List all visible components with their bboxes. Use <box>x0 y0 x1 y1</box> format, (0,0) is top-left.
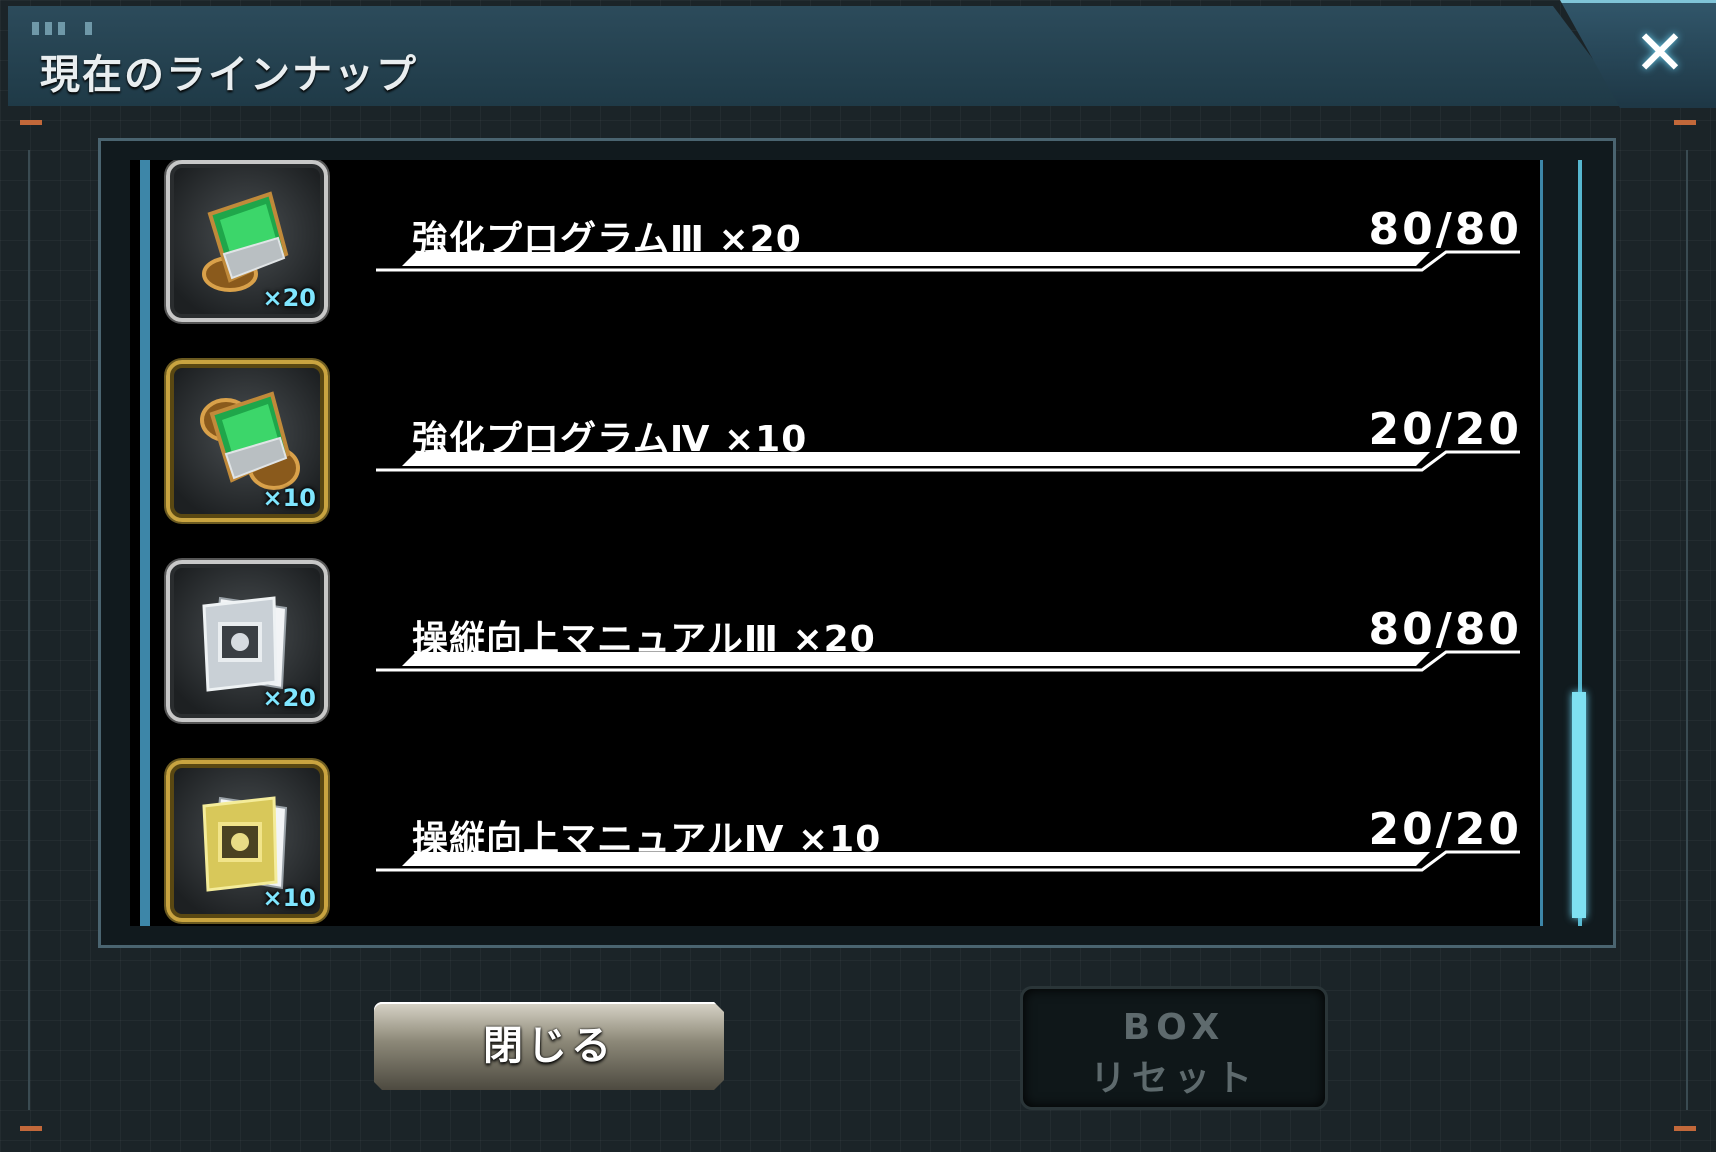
item-name: 強化プログラムⅣ ×10 <box>412 419 808 460</box>
list-item: ×20 強化プログラムⅢ ×20 80/80 <box>166 160 1526 324</box>
list-item: ×10 操縦向上マニュアルⅣ ×10 20/20 <box>166 760 1526 924</box>
item-count: 20/20 <box>1368 404 1522 455</box>
item-name: 操縦向上マニュアルⅣ ×10 <box>412 819 882 860</box>
row-underline <box>376 450 1520 472</box>
lineup-list[interactable]: ×20 強化プログラムⅢ ×20 80/80 ×10 強化プログラムⅣ ×10 … <box>130 160 1542 926</box>
frame-rail <box>28 150 30 1110</box>
lineup-dialog: 現在のラインナップ ✕ ×20 強化プログラムⅢ ×20 80/80 ×10 強… <box>0 0 1716 1152</box>
list-edge-bar <box>1540 160 1543 926</box>
scrollbar-thumb[interactable] <box>1572 692 1586 918</box>
list-item: ×20 操縦向上マニュアルⅢ ×20 80/80 <box>166 560 1526 724</box>
item-count: 80/80 <box>1368 604 1522 655</box>
dialog-header: 現在のラインナップ <box>8 6 1628 106</box>
close-dialog-label: 閉じる <box>483 1023 615 1069</box>
item-name: 操縦向上マニュアルⅢ ×20 <box>412 619 876 660</box>
list-edge-bar <box>140 160 150 926</box>
box-reset-button[interactable]: BOX リセット <box>1020 986 1328 1110</box>
frame-marker <box>20 1126 42 1131</box>
item-count: 80/80 <box>1368 204 1522 255</box>
row-underline <box>376 250 1520 272</box>
frame-marker <box>1674 1126 1696 1131</box>
close-dialog-button[interactable]: 閉じる <box>374 1002 724 1090</box>
close-x-icon: ✕ <box>1634 16 1686 89</box>
box-reset-label-line1: BOX <box>1122 1007 1226 1048</box>
box-reset-label-line2: リセット <box>1089 1058 1258 1099</box>
dialog-title: 現在のラインナップ <box>40 52 418 98</box>
item-name: 強化プログラムⅢ ×20 <box>412 219 802 260</box>
frame-rail <box>1686 150 1688 1110</box>
frame-marker <box>20 120 42 125</box>
header-ticks <box>32 22 92 35</box>
list-item: ×10 強化プログラムⅣ ×10 20/20 <box>166 360 1526 524</box>
item-count: 20/20 <box>1368 804 1522 855</box>
frame-marker <box>1674 120 1696 125</box>
